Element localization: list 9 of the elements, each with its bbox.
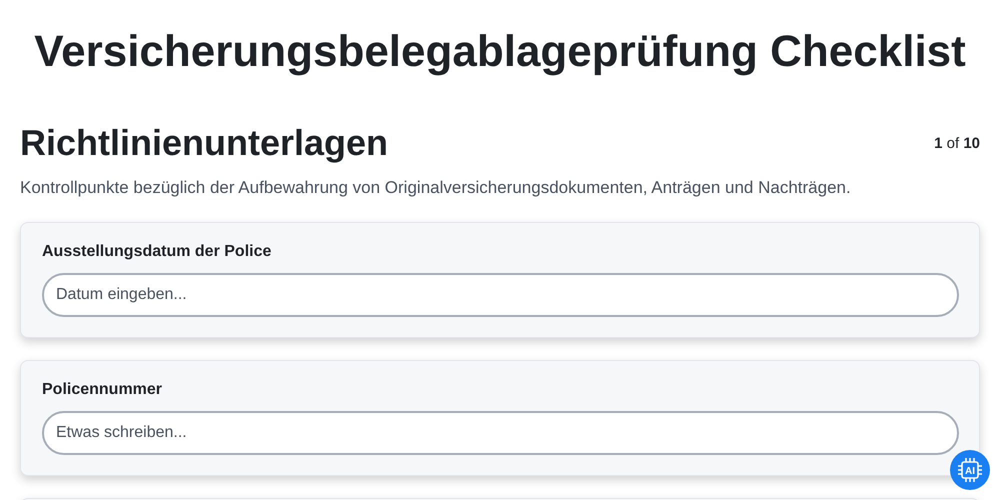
page-counter: 1 of 10 [934,134,980,152]
field-label: Ausstellungsdatum der Police [42,243,272,261]
section-description: Kontrollpunkte bezüglich der Aufbewahrung von Originalversicherungsdokumenten, Anträgen und Nachträgen. [20,177,852,199]
page-title: Versicherungsbelegablageprüfung Checklist [33,26,967,78]
section-heading: Richtlinienunterlagen [20,122,388,164]
input-field[interactable]: Datum eingeben... [42,273,959,317]
ai-assistant-button[interactable]: AI [950,450,990,490]
field-label: Policennummer [42,381,164,399]
input-field[interactable]: Etwas schreiben... [42,411,959,455]
